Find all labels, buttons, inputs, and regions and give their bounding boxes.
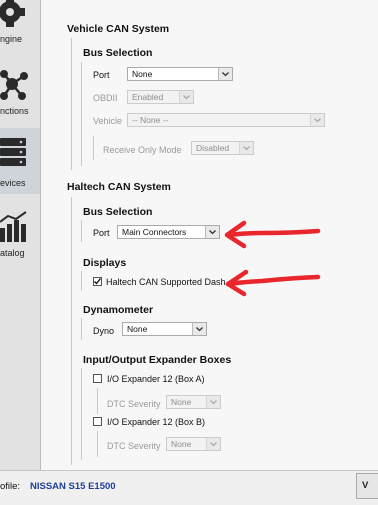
sidebar-item-devices[interactable]: evices <box>0 128 40 194</box>
io-a-dtc-select[interactable]: None <box>166 395 221 409</box>
group-line <box>93 136 94 160</box>
status-button[interactable]: V <box>356 473 378 499</box>
status-bar: ofile: NISSAN S15 E1500 V <box>0 470 378 505</box>
vehicle-port-value: None <box>132 69 153 79</box>
bar-chart-icon <box>0 211 27 242</box>
sidebar-item-label: ngine <box>0 34 23 44</box>
io-expander-heading: Input/Output Expander Boxes <box>83 354 232 366</box>
group-line <box>81 271 82 291</box>
group-line <box>71 197 72 465</box>
receive-only-label: Receive Only Mode <box>103 145 182 155</box>
sidebar-item-functions[interactable]: nctions <box>0 64 40 128</box>
io-b-dtc-label: DTC Severity <box>107 441 161 451</box>
sidebar-item-engine[interactable]: ngine <box>0 0 40 64</box>
chevron-down-icon <box>218 68 232 80</box>
io-b-label: I/O Expander 12 (Box B) <box>107 417 206 427</box>
receive-only-select[interactable]: Disabled <box>191 141 254 155</box>
checkmark-icon <box>94 278 102 285</box>
io-a-label: I/O Expander 12 (Box A) <box>107 374 205 384</box>
supported-dash-label: Haltech CAN Supported Dash <box>106 277 226 287</box>
displays-heading: Displays <box>83 257 127 269</box>
sidebar-item-label: atalog <box>0 248 25 258</box>
obdii-select[interactable]: Enabled <box>127 90 194 104</box>
group-line <box>81 62 82 166</box>
sidebar-item-datalog[interactable]: atalog <box>0 200 40 264</box>
io-a-dtc-label: DTC Severity <box>107 399 161 409</box>
io-b-dtc-select[interactable]: None <box>166 437 221 451</box>
vehicle-can-title: Vehicle CAN System <box>67 23 170 35</box>
haltech-port-select[interactable]: Main Connectors <box>117 225 220 239</box>
profile-label: ofile: <box>0 481 21 492</box>
haltech-port-value: Main Connectors <box>122 227 187 237</box>
group-line <box>81 368 82 460</box>
group-line <box>81 318 82 340</box>
io-a-dtc-value: None <box>171 397 192 407</box>
vehicle-bus-selection-heading: Bus Selection <box>83 47 153 59</box>
vehicle-value: -- None -- <box>132 115 169 125</box>
sidebar-item-label: evices <box>0 178 26 188</box>
annotation-arrow <box>225 269 321 297</box>
chevron-down-icon <box>310 114 324 126</box>
chevron-down-icon <box>206 438 220 450</box>
dyno-value: None <box>127 324 148 334</box>
annotation-arrow <box>224 220 321 249</box>
gear-icon <box>0 0 25 27</box>
haltech-port-label: Port <box>93 228 110 238</box>
group-line <box>81 220 82 242</box>
sidebar-item-label: nctions <box>0 106 29 116</box>
vehicle-select[interactable]: -- None -- <box>127 113 325 127</box>
vehicle-port-label: Port <box>93 70 110 80</box>
dyno-select[interactable]: None <box>122 322 207 336</box>
vehicle-label: Vehicle <box>93 116 123 126</box>
group-line <box>97 388 98 414</box>
dyno-label: Dyno <box>93 326 115 336</box>
io-b-checkbox[interactable] <box>93 417 102 426</box>
chevron-down-icon <box>179 91 193 103</box>
vehicle-port-select[interactable]: None <box>127 67 233 81</box>
status-button-label: V <box>362 480 369 491</box>
haltech-bus-selection-heading: Bus Selection <box>83 206 153 218</box>
io-b-dtc-value: None <box>171 439 192 449</box>
sidebar: ngine nctions evices atalog <box>0 0 41 470</box>
receive-only-value: Disabled <box>196 143 230 153</box>
chevron-down-icon <box>206 396 220 408</box>
chevron-down-icon <box>239 142 253 154</box>
chevron-down-icon <box>192 323 206 335</box>
chevron-down-icon <box>205 226 219 238</box>
haltech-can-title: Haltech CAN System <box>67 181 171 193</box>
group-line <box>71 38 72 170</box>
obdii-value: Enabled <box>132 92 164 102</box>
supported-dash-checkbox[interactable] <box>93 277 102 286</box>
dynamometer-heading: Dynamometer <box>83 304 154 316</box>
profile-value: NISSAN S15 E1500 <box>30 481 116 492</box>
io-a-checkbox[interactable] <box>93 374 102 383</box>
nodes-icon <box>0 70 28 100</box>
main-panel: Vehicle CAN System Bus Selection Port No… <box>41 0 378 470</box>
devices-icon <box>0 138 26 166</box>
group-line <box>97 431 98 457</box>
obdii-label: OBDII <box>93 93 118 103</box>
